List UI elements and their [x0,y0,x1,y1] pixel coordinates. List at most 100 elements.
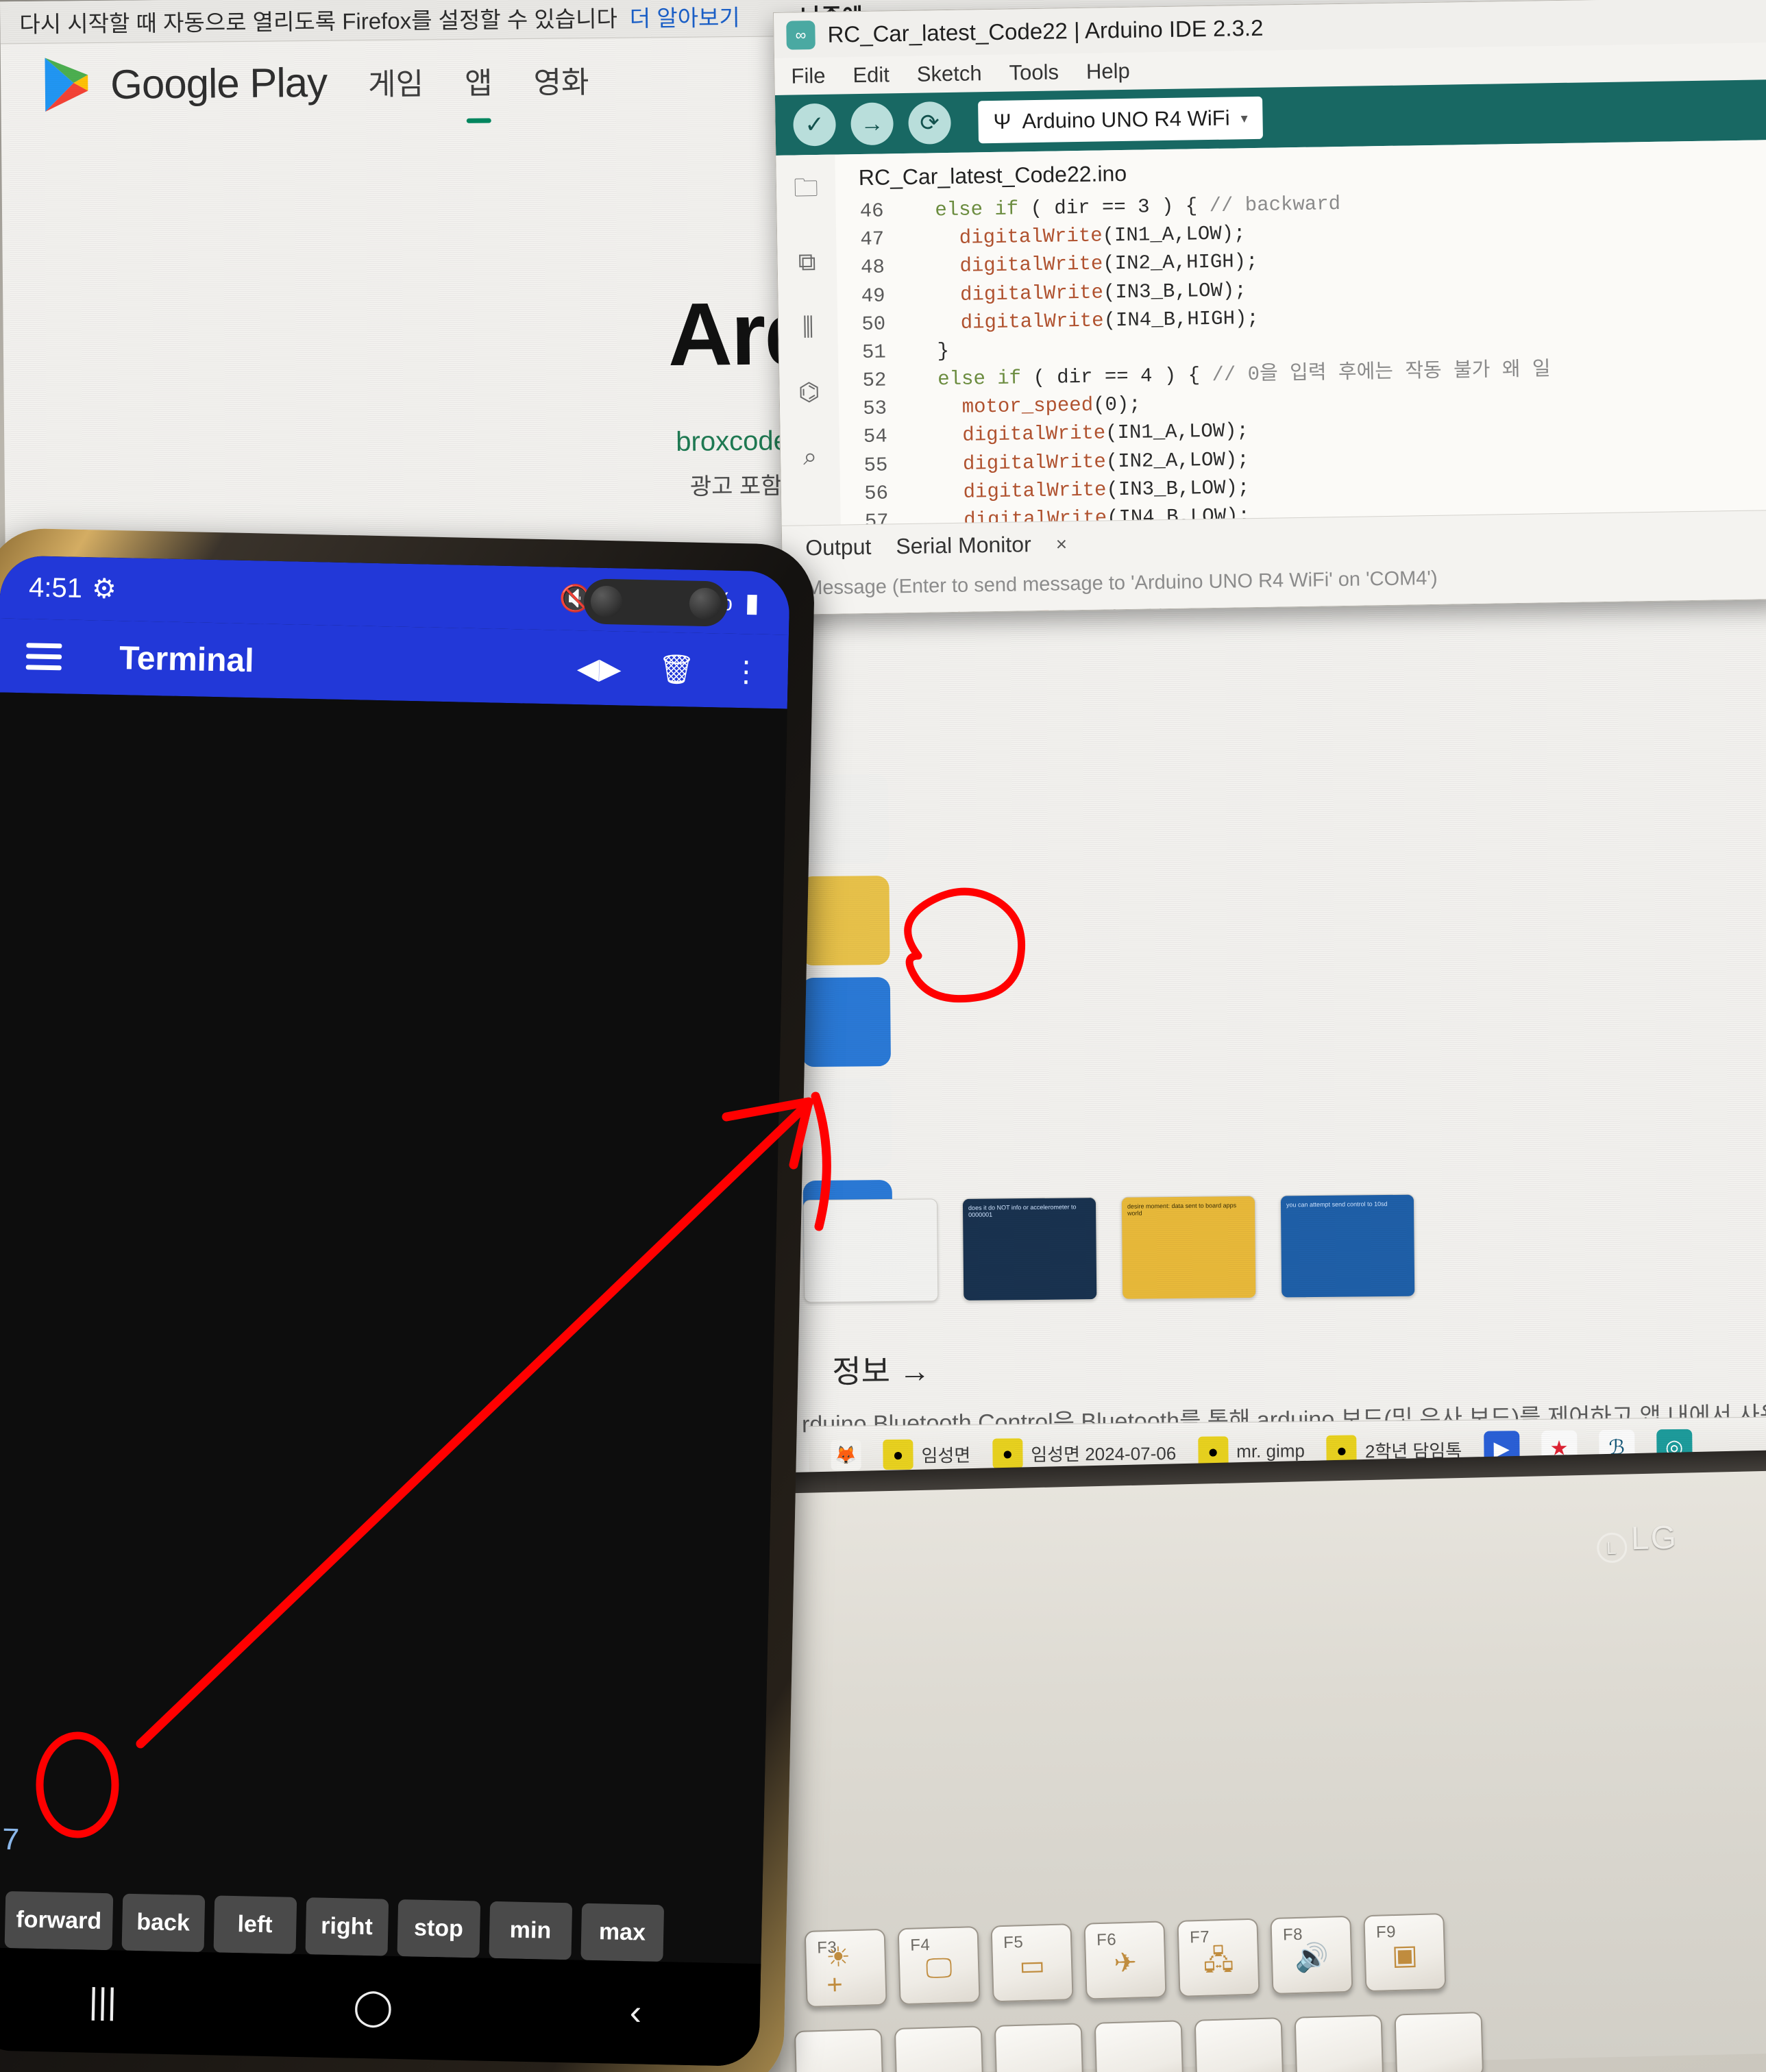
keyboard-key[interactable] [994,2023,1084,2072]
taskbar-item[interactable]: ● 임성면 [874,1436,979,1472]
terminal-console[interactable]: 7 forwardbackleftrightstopminmax ➤ ||| ◯… [0,692,787,2067]
firefox-icon: 🦊 [831,1440,861,1470]
fkey-label: F5 [1003,1933,1024,1952]
upload-icon[interactable]: → [850,102,894,146]
learn-more-link[interactable]: 더 알아보기 [630,0,740,33]
fkey-f6[interactable]: F6 ✈ [1083,1921,1167,2000]
app-screenshot[interactable]: desire moment: data sent to board apps w… [1120,1195,1257,1300]
tile-item [800,875,890,966]
line-number: 52 [862,369,887,393]
command-button-right[interactable]: right [305,1897,389,1956]
boards-icon[interactable]: ⧉ [798,247,816,277]
command-button-forward[interactable]: forward [4,1891,113,1951]
code-line-text: } [913,339,950,363]
fkey-f9[interactable]: F9 ▣ [1363,1912,1447,1993]
tab-serial-monitor[interactable]: Serial Monitor [896,532,1031,559]
play-tab-apps[interactable]: 앱 [465,58,493,102]
fkey-f7[interactable]: F7 🖧 [1177,1918,1260,1997]
menu-sketch[interactable]: Sketch [917,61,982,86]
arrow-right-icon: → [898,1353,931,1389]
line-number: 50 [861,312,886,336]
taskbar-item-label: 임성면 2024-07-06 [1031,1442,1177,1465]
ide-editor-area[interactable]: RC_Car_latest_Code22.ino 46 else if ( di… [835,140,1766,615]
app-developer[interactable]: broxcode [676,426,789,458]
line-number: 46 [859,199,884,223]
keyboard-key[interactable] [894,2025,984,2072]
kakao-icon: ● [883,1439,913,1470]
split-arrows-icon[interactable]: ◀▶ [576,651,622,685]
app-info-label: 정보 [832,1353,891,1390]
folder-icon[interactable]: 🗀 [794,170,819,212]
app-info-link[interactable]: 정보 → [832,1346,931,1392]
command-button-max[interactable]: max [580,1903,664,1962]
arduino-icon: ∞ [786,21,815,50]
line-number: 47 [860,227,885,251]
overflow-menu-icon[interactable]: ⋮ [731,654,761,688]
close-icon[interactable]: × [1055,533,1067,555]
app-screenshot[interactable] [802,1198,939,1303]
phone-screen[interactable]: 4:51 ⚙ 🔇 ⌁ ⊘ 100% ▮ Terminal ◀▶ 🗑 ⋮ [0,555,790,2067]
command-button-back[interactable]: back [121,1893,205,1953]
keyboard-key[interactable] [1394,2012,1484,2072]
library-icon[interactable]: ⫼ [802,312,814,342]
ide-body: 🗀 ⧉ ⫼ ⌬ ⌕ RC_Car_latest_Code22.ino 46 el… [776,140,1766,615]
laptop-brand: L LG [1596,1519,1678,1564]
debug-icon[interactable]: ⟳ [908,101,952,145]
play-tab-games[interactable]: 게임 [368,59,424,103]
play-tab-movies[interactable]: 영화 [533,58,589,102]
line-number: 51 [861,341,887,364]
menu-edit[interactable]: Edit [853,62,890,88]
fkey-f8[interactable]: F8 🔊 [1270,1915,1353,1995]
trash-icon[interactable]: 🗑 [658,652,695,687]
play-store-header: Google Play 게임 앱 영화 [42,51,589,114]
touchpad-icon: ▭ [1018,1950,1046,1982]
android-nav-bar: ||| ◯ ‹ [0,1947,761,2067]
keyboard-key[interactable] [1094,2020,1184,2072]
fkey-f4[interactable]: F4 🖵 [897,1925,981,2006]
ide-side-rail: 🗀 ⧉ ⫼ ⌬ ⌕ [776,154,841,526]
arduino-ide-window[interactable]: ∞ RC_Car_latest_Code22 | Arduino IDE 2.3… [773,0,1766,615]
fkey-label: F4 [909,1935,931,1955]
play-store-logo[interactable]: Google Play [42,53,328,114]
menu-file[interactable]: File [791,64,826,89]
taskbar-item-label: 임성면 [921,1444,971,1466]
menu-help[interactable]: Help [1086,59,1130,84]
command-button-left[interactable]: left [213,1895,297,1954]
battery-icon: ▮ [744,588,760,618]
play-store-brand: Google Play [110,59,328,108]
camera-punch-hole [583,578,728,627]
menu-tools[interactable]: Tools [1009,60,1059,85]
board-selector[interactable]: Ψ Arduino UNO R4 WiFi ▾ [978,96,1264,144]
fkey-label: F7 [1189,1927,1210,1947]
recents-icon[interactable]: ||| [88,1981,117,2023]
app-screenshot[interactable]: does it do NOT info or accelerometer to … [961,1197,1098,1301]
photo-scene: 다시 시작할 때 자동으로 열리도록 Firefox를 설정할 수 있습니다 더… [0,0,1766,2072]
verify-icon[interactable]: ✓ [793,103,837,147]
kakao-icon: ● [992,1438,1023,1469]
hamburger-icon[interactable] [25,642,62,670]
tile-item [798,774,890,865]
ide-window-title: RC_Car_latest_Code22 | Arduino IDE 2.3.2 [827,14,1264,47]
taskbar-item[interactable]: 🦊 [822,1437,869,1473]
back-icon[interactable]: ‹ [629,1992,642,2033]
home-icon[interactable]: ◯ [353,1986,393,2028]
fkey-f3[interactable]: F3 ☀+ [804,1928,887,2008]
keyboard-key[interactable] [1294,2014,1384,2072]
fkey-label: F6 [1096,1930,1117,1950]
line-number: 49 [861,284,885,308]
line-number: 55 [863,454,888,477]
search-icon[interactable]: ⌕ [803,442,818,471]
app-bar-actions: ◀▶ 🗑 ⋮ [576,651,761,689]
side-tile-column [798,774,893,1270]
brightness-up-icon: ☀+ [825,1942,851,2001]
fkey-f5[interactable]: F5 ▭ [990,1923,1074,2003]
keyboard-key[interactable] [1194,2017,1284,2072]
debug-icon[interactable]: ⌬ [798,378,820,406]
keyboard-key[interactable] [794,2028,884,2072]
app-screenshot[interactable]: you can attempt send control to 10sd [1279,1194,1416,1298]
usb-icon: Ψ [993,109,1011,134]
command-button-stop[interactable]: stop [397,1899,480,1958]
tile-item [802,1078,892,1169]
command-button-min[interactable]: min [489,1901,572,1960]
app-ads-label: 광고 포함 [689,473,783,500]
